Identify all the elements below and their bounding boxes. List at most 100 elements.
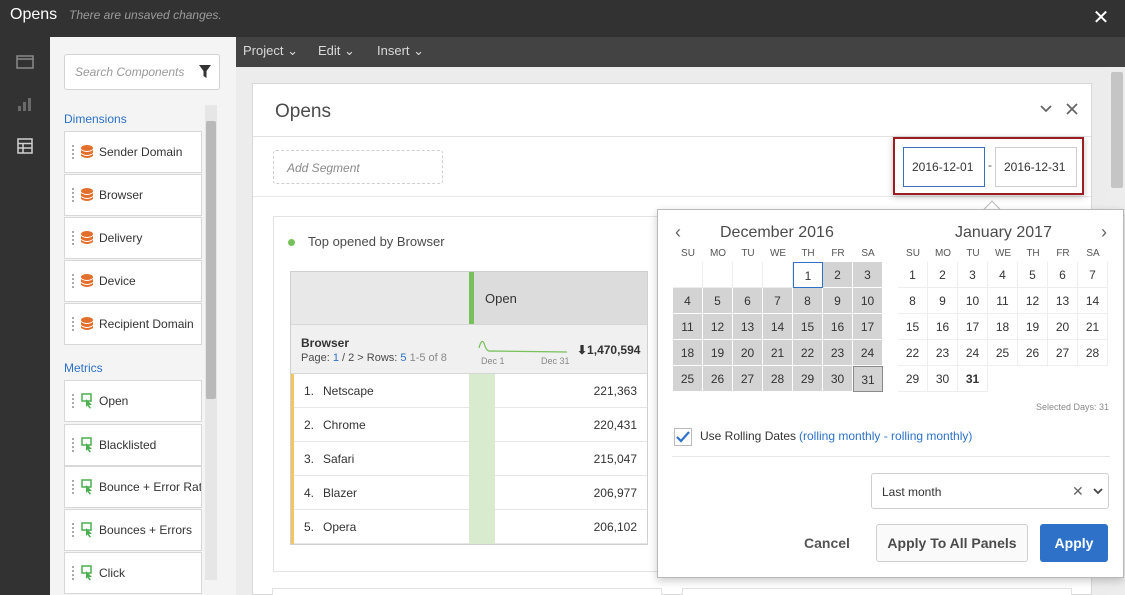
search-input[interactable]: Search Components (64, 54, 220, 90)
calendar-day[interactable]: 7 (763, 288, 793, 314)
calendar-day[interactable]: 2 (823, 262, 853, 288)
calendar-day[interactable]: 26 (703, 366, 733, 392)
apply-button[interactable]: Apply (1040, 524, 1108, 562)
table-row[interactable]: 3. Safari 215,047 (291, 442, 647, 476)
filter-icon[interactable] (199, 65, 211, 79)
calendar-day[interactable]: 12 (703, 314, 733, 340)
calendar-day[interactable]: 21 (763, 340, 793, 366)
components-scroll-thumb[interactable] (206, 121, 216, 399)
calendar-day[interactable]: 11 (988, 288, 1018, 314)
drag-handle-icon[interactable] (72, 480, 74, 494)
table-row[interactable]: 1. Netscape 221,363 (291, 374, 647, 408)
calendar-day[interactable]: 8 (793, 288, 823, 314)
table-row[interactable]: 5. Opera 206,102 (291, 510, 647, 544)
chevron-right-icon[interactable]: › (1096, 222, 1112, 243)
drag-handle-icon[interactable] (72, 438, 74, 452)
calendar-day[interactable]: 27 (733, 366, 763, 392)
chevron-down-icon[interactable] (1092, 483, 1104, 499)
calendar-day[interactable]: 12 (1018, 288, 1048, 314)
calendar-day[interactable]: 30 (823, 366, 853, 392)
calendar-day[interactable]: 24 (853, 340, 883, 366)
menu-insert[interactable]: Insert ⌄ (377, 43, 424, 59)
table-row[interactable]: 4. Blazer 206,977 (291, 476, 647, 510)
calendar-day[interactable]: 31 (958, 366, 988, 392)
calendar-day[interactable]: 14 (1078, 288, 1108, 314)
close-icon[interactable]: ✕ (1089, 6, 1113, 30)
calendar-day[interactable]: 20 (733, 340, 763, 366)
drag-handle-icon[interactable] (72, 394, 74, 408)
date-preset-select[interactable]: Last month ✕ (871, 473, 1109, 509)
rolling-dates-detail[interactable]: (rolling monthly - rolling monthly) (799, 429, 972, 443)
component-open[interactable]: Open (64, 380, 202, 422)
calendar-day[interactable]: 11 (673, 314, 703, 340)
calendar-day[interactable]: 23 (928, 340, 958, 366)
drag-handle-icon[interactable] (72, 145, 74, 159)
calendar-day[interactable]: 4 (673, 288, 703, 314)
calendar-day[interactable]: 25 (673, 366, 703, 392)
calendar-day[interactable]: 4 (988, 262, 1018, 288)
calendar-day[interactable]: 8 (898, 288, 928, 314)
workspace-scroll-thumb[interactable] (1111, 72, 1123, 188)
component-recipient-domain[interactable]: Recipient Domain (64, 303, 202, 345)
calendar-day[interactable]: 10 (853, 288, 883, 314)
calendar-day[interactable]: 28 (763, 366, 793, 392)
calendar-day[interactable]: 17 (853, 314, 883, 340)
calendar-day[interactable]: 18 (988, 314, 1018, 340)
calendar-day[interactable]: 2 (928, 262, 958, 288)
calendar-day[interactable]: 22 (898, 340, 928, 366)
calendar-day[interactable]: 5 (703, 288, 733, 314)
rolling-dates-label[interactable]: Use Rolling Dates (700, 429, 796, 443)
cancel-button[interactable]: Cancel (788, 524, 866, 562)
calendar-day[interactable]: 9 (928, 288, 958, 314)
calendar-day[interactable]: 28 (1078, 340, 1108, 366)
calendar-day[interactable]: 16 (823, 314, 853, 340)
calendar-day[interactable]: 13 (733, 314, 763, 340)
add-segment-dropzone[interactable]: Add Segment (273, 150, 443, 184)
menu-edit[interactable]: Edit ⌄ (318, 43, 355, 59)
calendar-day[interactable]: 29 (793, 366, 823, 392)
calendar-day[interactable]: 7 (1078, 262, 1108, 288)
calendar-day[interactable]: 5 (1018, 262, 1048, 288)
calendar-day[interactable]: 15 (793, 314, 823, 340)
drag-handle-icon[interactable] (72, 523, 74, 537)
component-blacklisted[interactable]: Blacklisted (64, 424, 202, 466)
component-bounce-error-rate[interactable]: Bounce + Error Rat (64, 466, 202, 508)
visualization-title[interactable]: Top opened by Browser (308, 234, 445, 249)
components-icon[interactable] (12, 133, 38, 159)
panels-icon[interactable] (12, 49, 38, 75)
calendar-day[interactable]: 13 (1048, 288, 1078, 314)
calendar-day[interactable]: 19 (703, 340, 733, 366)
start-date-input[interactable]: 2016-12-01 (903, 147, 985, 187)
calendar-day[interactable]: 20 (1048, 314, 1078, 340)
drag-handle-icon[interactable] (72, 231, 74, 245)
calendar-day[interactable]: 17 (958, 314, 988, 340)
table-row[interactable]: 2. Chrome 220,431 (291, 408, 647, 442)
calendar-day[interactable]: 29 (898, 366, 928, 392)
rolling-dates-checkbox[interactable] (674, 428, 692, 446)
drag-handle-icon[interactable] (72, 566, 74, 580)
chevron-down-icon[interactable] (1039, 102, 1053, 116)
calendar-day[interactable]: 9 (823, 288, 853, 314)
calendar-day[interactable]: 14 (763, 314, 793, 340)
calendar-day[interactable]: 19 (1018, 314, 1048, 340)
clear-icon[interactable]: ✕ (1072, 483, 1084, 500)
calendar-day[interactable]: 6 (733, 288, 763, 314)
calendar-day[interactable]: 3 (853, 262, 883, 288)
component-delivery[interactable]: Delivery (64, 217, 202, 259)
close-panel-icon[interactable] (1065, 102, 1079, 116)
component-sender-domain[interactable]: Sender Domain (64, 131, 202, 173)
calendar-day[interactable]: 22 (793, 340, 823, 366)
column-drag-handle[interactable] (469, 272, 474, 324)
chevron-left-icon[interactable]: ‹ (670, 222, 686, 243)
calendar-day[interactable]: 26 (1018, 340, 1048, 366)
calendar-day[interactable]: 21 (1078, 314, 1108, 340)
component-bounces-errors[interactable]: Bounces + Errors (64, 509, 202, 551)
calendar-day[interactable]: 18 (673, 340, 703, 366)
calendar-day[interactable]: 10 (958, 288, 988, 314)
component-click[interactable]: Click (64, 552, 202, 594)
menu-project[interactable]: Project ⌄ (243, 43, 298, 59)
calendar-day[interactable]: 15 (898, 314, 928, 340)
calendar-day[interactable]: 27 (1048, 340, 1078, 366)
calendar-day[interactable]: 16 (928, 314, 958, 340)
calendar-day[interactable]: 3 (958, 262, 988, 288)
